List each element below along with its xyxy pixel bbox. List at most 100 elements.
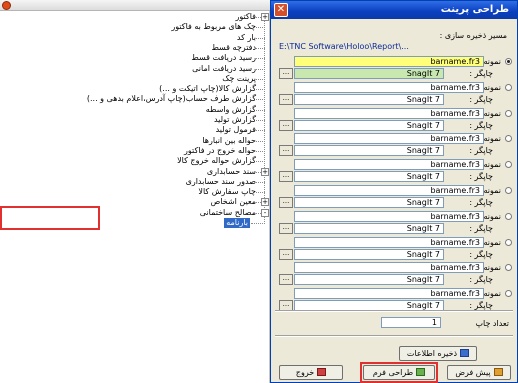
browse-file-button[interactable]: ... <box>279 222 293 234</box>
template-radio[interactable] <box>505 109 512 117</box>
printer-select[interactable]: SnagIt 7 <box>294 145 444 157</box>
preview-button[interactable]: پیش فرض <box>447 365 511 380</box>
tree-item-label: گزارش تولید <box>213 115 256 124</box>
tree-item[interactable]: گزارش تولید <box>0 115 270 125</box>
template-file-field[interactable]: barname.fr3 <box>294 133 484 145</box>
printer-label: چاپگر : <box>469 146 493 156</box>
tree-item-label: گزارش حواله خروج کالا <box>177 156 256 166</box>
template-file-field[interactable]: barname.fr3 <box>294 236 484 248</box>
template-file-field[interactable]: barname.fr3 <box>294 107 484 119</box>
selected-node-highlight <box>0 205 100 230</box>
expand-icon[interactable]: + <box>261 198 269 207</box>
design-button-highlight <box>360 362 438 383</box>
save-info-button[interactable]: ذخیره اطلاعات <box>399 346 477 361</box>
template-file-field[interactable]: barname.fr3 <box>294 210 484 222</box>
printer-select[interactable]: SnagIt 7 <box>294 171 444 183</box>
template-radio[interactable] <box>505 58 512 65</box>
template-file-field[interactable]: barname.fr3 <box>294 81 484 93</box>
printer-select[interactable]: SnagIt 7 <box>294 93 444 105</box>
template-radio[interactable] <box>505 238 512 246</box>
template-file-field[interactable]: barname.fr3 <box>294 262 484 274</box>
exit-button[interactable]: خروج <box>279 365 343 380</box>
divider <box>275 335 513 337</box>
printer-select[interactable]: SnagIt 7 <box>294 119 444 131</box>
browse-file-button[interactable]: ... <box>279 197 293 208</box>
template-radio[interactable] <box>505 264 512 272</box>
template-radio[interactable] <box>505 187 512 194</box>
template-file-field[interactable]: barname.fr3 <box>294 185 484 196</box>
printer-select[interactable]: SnagIt 7 <box>294 68 444 79</box>
browse-file-button[interactable]: ... <box>279 171 293 183</box>
tree-item[interactable]: رسید دریافت قسط <box>0 53 270 63</box>
exit-label: خروج <box>295 368 315 377</box>
browse-file-button[interactable]: ... <box>279 119 293 131</box>
tree-item-label: فاکتور <box>235 12 256 21</box>
copies-input[interactable]: 1 <box>381 317 441 328</box>
printer-select[interactable]: SnagIt 7 <box>294 197 444 208</box>
print-design-dialog: طراحی پرینت ✕ مسیر ذخیره سازی : E:\TNC S… <box>270 0 518 383</box>
tree-connector <box>256 161 265 163</box>
tree-item-label: چک های مربوط به فاکتور <box>171 22 256 32</box>
printer-select[interactable]: SnagIt 7 <box>294 274 444 286</box>
collapse-icon[interactable]: - <box>261 208 269 217</box>
template-radio[interactable] <box>505 83 512 91</box>
expand-icon[interactable]: + <box>261 167 269 176</box>
tree-item[interactable]: چاپ سفارش کالا <box>0 187 270 197</box>
template-radio[interactable] <box>505 290 512 298</box>
tree-item[interactable]: حواله بین انبارها <box>0 136 270 146</box>
tree-connector <box>256 181 265 183</box>
tree-item[interactable]: چک های مربوط به فاکتور <box>0 22 270 32</box>
expand-icon[interactable]: + <box>261 13 269 21</box>
tree-item[interactable]: گزارش طرف حساب(چاپ آدرس،اعلام بدهی و ...… <box>0 94 270 104</box>
printer-label: چاپگر : <box>469 249 493 259</box>
template-file-field[interactable]: barname.fr3 <box>294 56 484 67</box>
tree-item[interactable]: دفترچه قسط <box>0 43 270 53</box>
printer-label: چاپگر : <box>469 223 493 233</box>
tree-item[interactable]: + فاکتور <box>0 12 270 22</box>
tree-item-selected[interactable]: بارنامه <box>224 218 250 228</box>
tree-connector <box>256 58 265 60</box>
tree-item[interactable]: صدور سند حسابداری <box>0 177 270 187</box>
tree-item-label: گزارش واسطه <box>205 104 256 114</box>
tree-item[interactable]: گزارش حواله خروج کالا <box>0 156 270 166</box>
tree-connector <box>256 109 265 111</box>
tree-item[interactable]: حواله خروج در فاکتور <box>0 146 270 156</box>
browse-file-button[interactable]: ... <box>279 68 293 79</box>
tree-item[interactable]: پرینت چک <box>0 74 270 84</box>
tree-item[interactable]: گزارش کالا(چاپ اتیکت و ...) <box>0 84 270 94</box>
printer-select[interactable]: SnagIt 7 <box>294 248 444 260</box>
printer-select[interactable]: SnagIt 7 <box>294 222 444 234</box>
tree-item[interactable]: + سند حسابداری <box>0 167 270 177</box>
tree-item[interactable]: بار کد <box>0 33 270 43</box>
printer-label: چاپگر : <box>469 198 493 207</box>
tree-item-label: فرمول تولید <box>215 125 256 135</box>
browse-file-button[interactable]: ... <box>279 93 293 105</box>
tree-item[interactable]: رسید دریافت امانی <box>0 64 270 74</box>
save-path-label: مسیر ذخیره سازی : <box>439 31 507 40</box>
tree-item-label: بار کد <box>236 32 256 42</box>
tree-item[interactable]: فرمول تولید <box>0 125 270 135</box>
tree-connector <box>256 47 265 49</box>
tree-item[interactable]: گزارش واسطه <box>0 105 270 115</box>
browse-file-button[interactable]: ... <box>279 145 293 157</box>
printer-label: چاپگر : <box>469 120 493 130</box>
tree-item-label: پرینت چک <box>222 73 256 83</box>
tree-connector <box>256 37 265 39</box>
template-radio[interactable] <box>505 161 512 169</box>
divider <box>275 310 513 312</box>
browse-file-button[interactable]: ... <box>279 274 293 286</box>
template-file-field[interactable]: barname.fr3 <box>294 288 484 300</box>
template-radio[interactable] <box>505 212 512 220</box>
close-icon[interactable]: ✕ <box>274 3 288 17</box>
tree-item-label: حواله بین انبارها <box>202 135 256 145</box>
tree-connector <box>256 140 265 142</box>
template-radio[interactable] <box>505 135 512 143</box>
browse-file-button[interactable]: ... <box>279 248 293 260</box>
tree-connector <box>256 192 265 194</box>
tree-connector <box>256 78 265 80</box>
tree-connector <box>256 130 265 132</box>
printer-label: چاپگر : <box>469 275 493 285</box>
template-file-field[interactable]: barname.fr3 <box>294 159 484 171</box>
preview-label: پیش فرض <box>455 368 491 377</box>
tree-connector <box>256 120 265 121</box>
